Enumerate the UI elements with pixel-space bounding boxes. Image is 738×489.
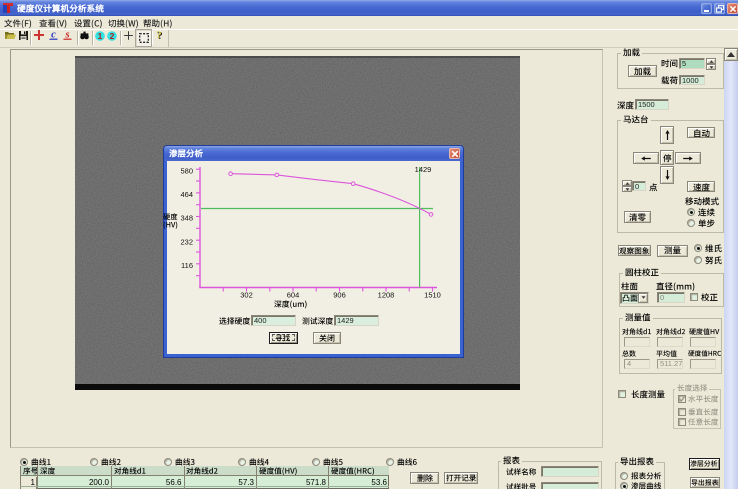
svg-text:116: 116 <box>181 261 193 270</box>
svg-text:464: 464 <box>180 190 193 199</box>
svg-text:2: 2 <box>110 31 115 41</box>
svg-text:604: 604 <box>287 291 300 300</box>
svg-text:348: 348 <box>180 214 193 223</box>
svg-text:1429: 1429 <box>415 165 432 174</box>
svg-text:1208: 1208 <box>378 291 395 300</box>
svg-text:906: 906 <box>333 291 346 300</box>
svg-text:302: 302 <box>240 291 253 300</box>
svg-text:580: 580 <box>180 167 193 176</box>
svg-text:232: 232 <box>180 237 193 246</box>
svg-text:1510: 1510 <box>424 291 441 300</box>
svg-text:1: 1 <box>98 31 103 41</box>
svg-text:?: ? <box>156 30 162 41</box>
